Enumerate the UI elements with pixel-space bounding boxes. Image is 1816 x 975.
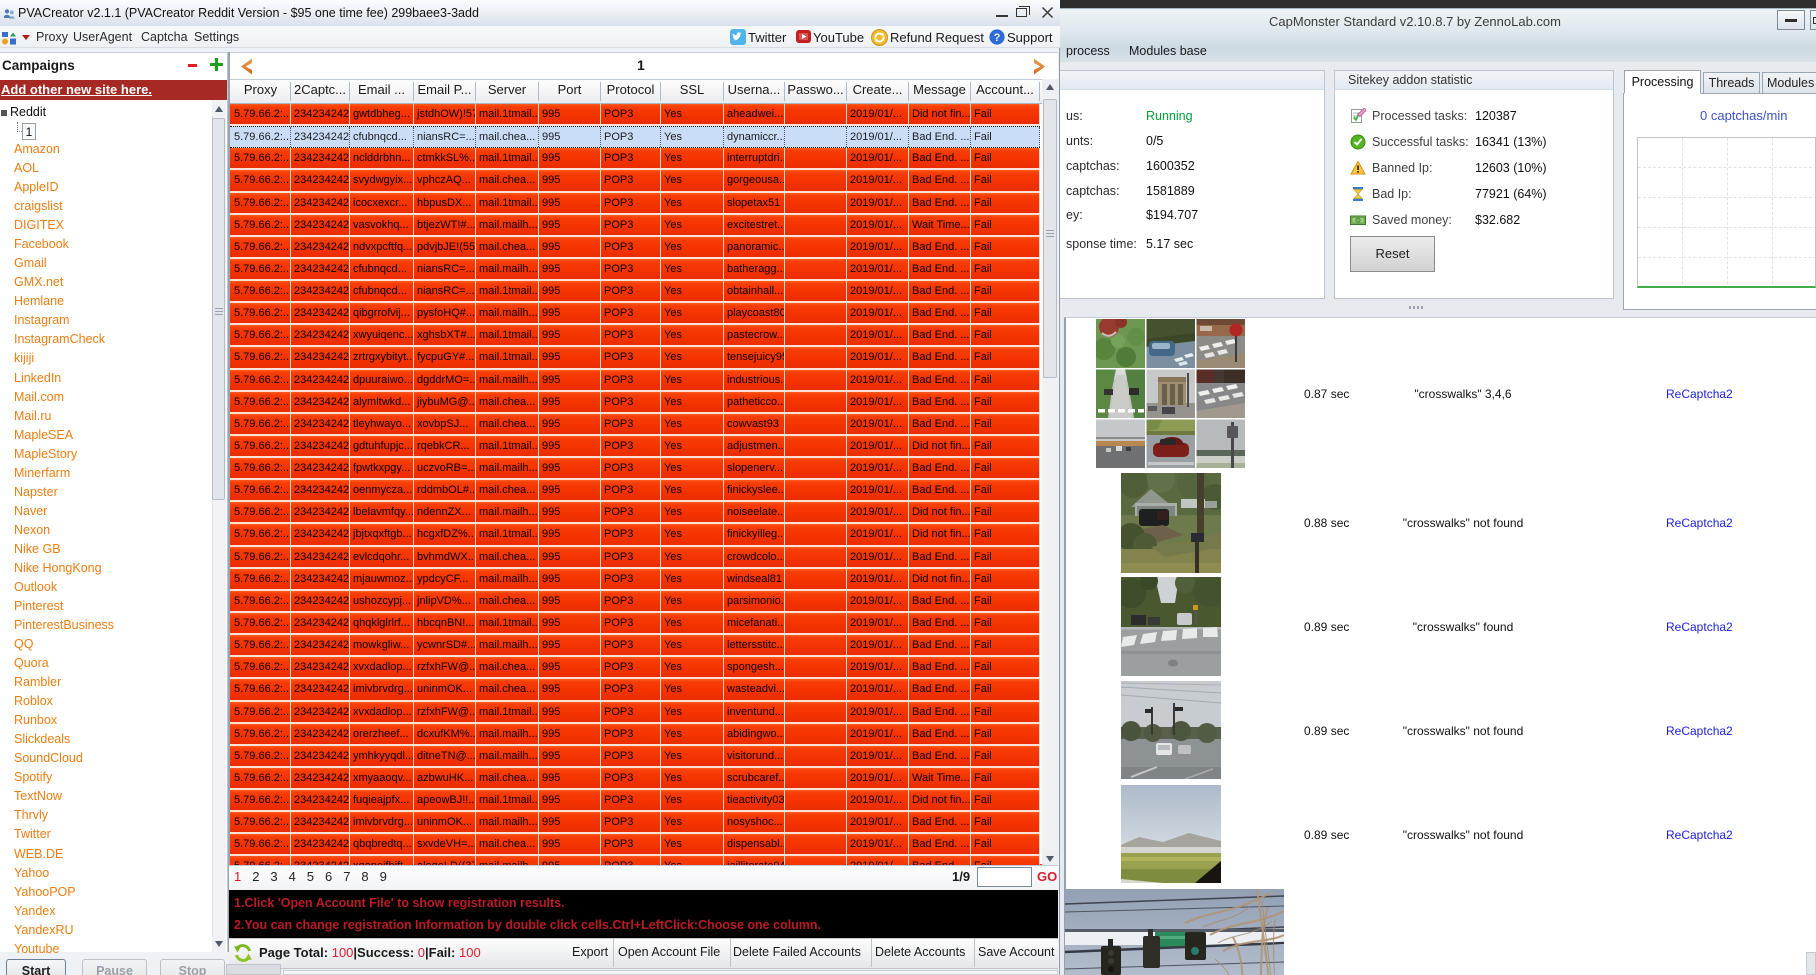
svg-text:?: ?: [994, 32, 1001, 44]
